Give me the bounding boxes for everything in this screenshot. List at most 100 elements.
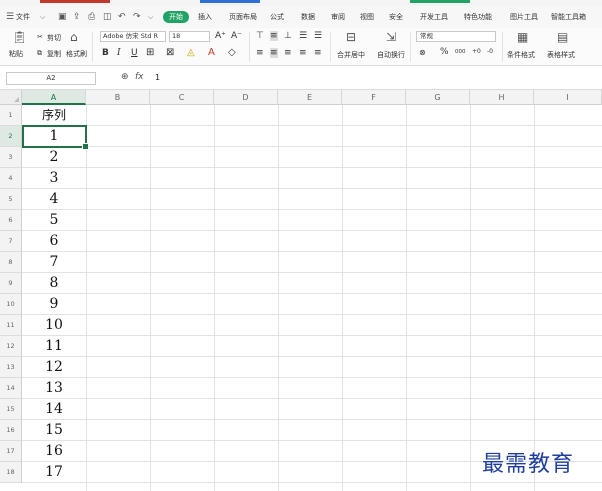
tab-smart-toolbox[interactable]: 智能工具箱 (551, 12, 586, 22)
cell-a1[interactable]: 序列 (22, 105, 86, 126)
row-header[interactable]: 6 (0, 210, 22, 231)
tab-formula[interactable]: 公式 (270, 12, 284, 22)
column-header-e[interactable]: E (278, 90, 342, 105)
column-header-g[interactable]: G (406, 90, 470, 105)
column-header-d[interactable]: D (214, 90, 278, 105)
column-header-h[interactable]: H (470, 90, 534, 105)
format-painter-button[interactable]: 格式刷 (66, 49, 87, 59)
select-all-corner[interactable] (0, 90, 22, 105)
tab-data[interactable]: 数据 (301, 12, 315, 22)
row-header[interactable]: 12 (0, 336, 22, 357)
preview-icon[interactable]: ◫ (103, 12, 112, 22)
tab-insert[interactable]: 插入 (198, 12, 212, 22)
row-header[interactable]: 1 (0, 105, 22, 126)
tab-developer[interactable]: 开发工具 (420, 12, 448, 22)
fill-color-icon[interactable]: ◬ (187, 47, 195, 58)
row-header[interactable]: 5 (0, 189, 22, 210)
tab-picture-tools[interactable]: 图片工具 (510, 12, 538, 22)
cell-a17[interactable]: 16 (22, 441, 86, 462)
wrap-text-icon[interactable]: ⇲ (386, 31, 396, 43)
cell-a12[interactable]: 11 (22, 336, 86, 357)
row-header[interactable]: 3 (0, 147, 22, 168)
paste-icon[interactable]: 📋︎ (12, 31, 27, 43)
decrease-decimal-icon[interactable]: -0 (487, 48, 493, 55)
row-header[interactable]: 18 (0, 462, 22, 483)
spreadsheet-grid[interactable]: A B C D E F G H I 1 2 3 4 5 6 7 8 9 10 1… (0, 90, 602, 491)
customize-icon[interactable]: ⌵ (148, 12, 153, 22)
number-format-select[interactable]: 常规 (416, 31, 496, 42)
cell-selection[interactable] (22, 125, 89, 150)
chevron-down-icon[interactable]: ⌵ (40, 12, 45, 22)
cell-a16[interactable]: 15 (22, 420, 86, 441)
increase-decimal-icon[interactable]: +0 (472, 48, 481, 55)
wrap-text-button[interactable]: 自动换行 (377, 50, 405, 60)
align-bottom-icon[interactable]: ⊥ (284, 31, 292, 41)
outdent-icon[interactable]: ☰ (314, 31, 322, 41)
row-header[interactable]: 4 (0, 168, 22, 189)
align-middle-icon[interactable]: ≡ (270, 31, 278, 41)
cell-a3[interactable]: 2 (22, 147, 86, 168)
print-icon[interactable]: ⎙ (88, 12, 95, 22)
italic-button[interactable]: I (117, 48, 121, 58)
undo-icon[interactable]: ↶ (118, 12, 126, 22)
percent-button[interactable]: % (440, 47, 449, 57)
cut-icon[interactable]: ✂ (37, 33, 43, 41)
fx-button[interactable]: fx (135, 72, 144, 82)
cell-a13[interactable]: 12 (22, 357, 86, 378)
column-header-b[interactable]: B (86, 90, 150, 105)
tab-page-layout[interactable]: 页面布局 (229, 12, 257, 22)
grow-font-button[interactable]: A⁺ (215, 31, 226, 41)
row-header[interactable]: 9 (0, 273, 22, 294)
thousands-button[interactable]: 000 (455, 49, 466, 55)
clear-icon[interactable]: ◇ (228, 47, 236, 58)
justify-icon[interactable]: ≡ (299, 48, 307, 58)
distribute-icon[interactable]: ≡ (314, 48, 322, 58)
cell-a14[interactable]: 13 (22, 378, 86, 399)
format-painter-icon[interactable]: ⌂ (70, 31, 78, 43)
currency-icon[interactable]: ⊗ (419, 48, 426, 57)
copy-icon[interactable]: ⧉ (37, 49, 42, 58)
row-header[interactable]: 17 (0, 441, 22, 462)
tab-special[interactable]: 特色功能 (464, 12, 492, 22)
cell-a11[interactable]: 10 (22, 315, 86, 336)
merge-center-button[interactable]: 合并居中 (337, 50, 365, 60)
menu-file[interactable]: 文件 (16, 12, 30, 22)
cell-a15[interactable]: 14 (22, 399, 86, 420)
table-style-button[interactable]: 表格样式 (547, 50, 575, 60)
tab-view[interactable]: 视图 (360, 12, 374, 22)
name-box[interactable]: A2 (6, 72, 96, 85)
align-right-icon[interactable]: ≡ (284, 48, 292, 58)
redo-icon[interactable]: ↷ (133, 12, 141, 22)
copy-button[interactable]: 复制 (47, 49, 61, 59)
underline-button[interactable]: U (131, 48, 138, 58)
cell-a6[interactable]: 5 (22, 210, 86, 231)
column-header-f[interactable]: F (342, 90, 406, 105)
row-header[interactable]: 10 (0, 294, 22, 315)
align-top-icon[interactable]: ⊤ (256, 31, 264, 41)
cell-a7[interactable]: 6 (22, 231, 86, 252)
tab-start[interactable]: 开始 (163, 11, 189, 23)
row-header[interactable]: 16 (0, 420, 22, 441)
tab-review[interactable]: 审阅 (331, 12, 345, 22)
row-header[interactable]: 8 (0, 252, 22, 273)
conditional-format-button[interactable]: 条件格式 (507, 50, 535, 60)
cut-button[interactable]: 剪切 (47, 33, 61, 43)
row-header[interactable]: 14 (0, 378, 22, 399)
save-icon[interactable]: ▣ (58, 12, 67, 22)
shrink-font-button[interactable]: A⁻ (231, 31, 242, 41)
row-header[interactable]: 2 (0, 126, 22, 147)
border-icon[interactable]: ⊞ (146, 47, 154, 58)
font-size-select[interactable]: 18 (169, 31, 210, 42)
fill-style-icon[interactable]: ⊠ (166, 47, 174, 58)
row-header[interactable]: 7 (0, 231, 22, 252)
cell-a18[interactable]: 17 (22, 462, 86, 483)
formula-input[interactable]: 1 (155, 73, 160, 82)
cell-a10[interactable]: 9 (22, 294, 86, 315)
tab-security[interactable]: 安全 (389, 12, 403, 22)
merge-center-icon[interactable]: ⊟ (346, 31, 356, 43)
zoom-icon[interactable]: ⊕ (121, 72, 129, 82)
row-header[interactable]: 15 (0, 399, 22, 420)
cell-a5[interactable]: 4 (22, 189, 86, 210)
cell-a9[interactable]: 8 (22, 273, 86, 294)
font-color-icon[interactable]: A (208, 47, 215, 58)
